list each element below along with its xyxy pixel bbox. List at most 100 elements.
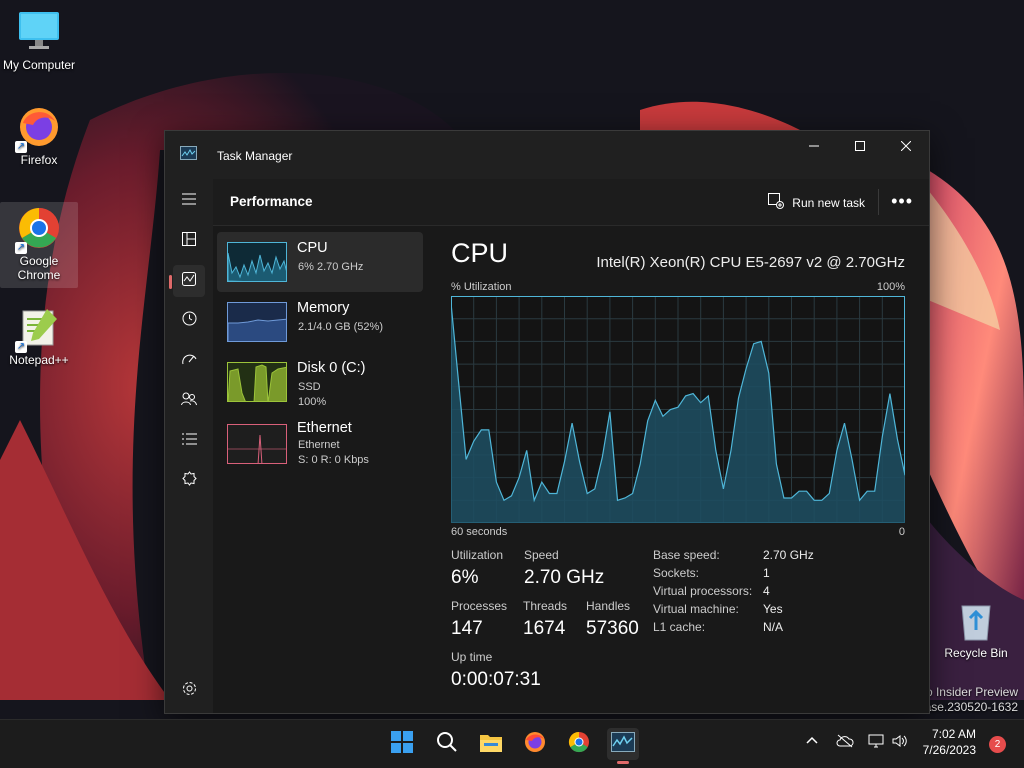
desktop-icon-label: Notepad++ bbox=[9, 353, 69, 367]
resource-item-ethernet[interactable]: Ethernet Ethernet S: 0 R: 0 Kbps bbox=[217, 412, 423, 478]
header-divider bbox=[878, 189, 879, 215]
nav-processes[interactable] bbox=[173, 225, 205, 257]
nav-details[interactable] bbox=[173, 425, 205, 457]
nav-services[interactable] bbox=[173, 465, 205, 497]
nav-users[interactable] bbox=[173, 385, 205, 417]
cpu-model: Intel(R) Xeon(R) CPU E5-2697 v2 @ 2.70GH… bbox=[596, 254, 905, 271]
cpu-specs-table: Base speed: 2.70 GHz Sockets: 1 Virtual pr… bbox=[653, 548, 814, 638]
stat-speed: Speed 2.70 GHz bbox=[524, 548, 604, 589]
notepadpp-icon: ↗ bbox=[15, 305, 61, 353]
stat-value: 0:00:07:31 bbox=[451, 669, 541, 690]
resource-item-cpu[interactable]: CPU 6% 2.70 GHz bbox=[217, 232, 423, 292]
start-button[interactable] bbox=[386, 728, 418, 760]
notification-badge[interactable]: 2 bbox=[989, 736, 1006, 753]
run-task-icon bbox=[768, 193, 785, 212]
task-manager-icon bbox=[180, 146, 197, 160]
axis-label-utilization: % Utilization bbox=[451, 281, 512, 293]
volume-tray-button[interactable] bbox=[892, 734, 908, 751]
spec-row: Sockets: 1 bbox=[653, 566, 770, 580]
stat-processes: Processes 147 bbox=[451, 599, 507, 640]
run-new-task-button[interactable]: Run new task bbox=[768, 193, 865, 212]
close-button[interactable] bbox=[883, 131, 929, 161]
resource-item-disk[interactable]: Disk 0 (C:) SSD 100% bbox=[217, 352, 423, 412]
nav-settings[interactable] bbox=[173, 675, 205, 707]
desktop-icon-notepadpp[interactable]: ↗ Notepad++ bbox=[0, 305, 78, 367]
resource-detail: Ethernet S: 0 R: 0 Kbps bbox=[298, 439, 369, 466]
nav-startup[interactable] bbox=[173, 345, 205, 377]
spec-row: Base speed: 2.70 GHz bbox=[653, 548, 814, 562]
window-title: Task Manager bbox=[217, 149, 293, 163]
navigation-rail bbox=[165, 179, 213, 713]
spec-row: Virtual processors: 4 bbox=[653, 584, 770, 598]
run-new-task-label: Run new task bbox=[792, 195, 865, 210]
page-title: Performance bbox=[230, 194, 313, 209]
more-options-button[interactable]: ••• bbox=[891, 191, 913, 212]
stat-utilization: Utilization 6% bbox=[451, 548, 503, 589]
task-manager-window: Task Manager Performance Run new task ••… bbox=[164, 130, 930, 714]
startup-icon bbox=[181, 352, 197, 370]
maximize-button[interactable] bbox=[837, 131, 883, 161]
search-button[interactable] bbox=[431, 728, 463, 760]
taskbar-clock[interactable]: 7:02 AM 7/26/2023 bbox=[923, 726, 976, 758]
settings-icon bbox=[182, 681, 197, 701]
desktop-icon-chrome[interactable]: ↗ Google Chrome bbox=[0, 202, 78, 288]
desktop-icon-recycle-bin[interactable]: Recycle Bin bbox=[936, 598, 1016, 660]
stat-label: Threads bbox=[523, 599, 568, 613]
chrome-taskbar-button[interactable] bbox=[563, 728, 595, 760]
cpu-detail-panel: CPU Intel(R) Xeon(R) CPU E5-2697 v2 @ 2.… bbox=[451, 226, 905, 713]
memory-thumbnail-graph bbox=[227, 302, 287, 342]
resource-name: CPU bbox=[297, 240, 328, 256]
desktop-icon-firefox[interactable]: ↗ Firefox bbox=[0, 105, 78, 167]
chrome-icon: ↗ bbox=[15, 206, 61, 254]
onedrive-tray-button[interactable] bbox=[836, 734, 854, 751]
stat-value: 147 bbox=[451, 618, 483, 639]
axis-min-label: 0 bbox=[898, 526, 905, 538]
file-explorer-button[interactable] bbox=[475, 728, 507, 760]
stat-label: Up time bbox=[451, 650, 493, 664]
resource-detail: SSD 100% bbox=[298, 381, 327, 408]
minimize-button[interactable] bbox=[791, 131, 837, 161]
clock-time: 7:02 AM bbox=[931, 727, 976, 741]
cloud-off-icon bbox=[836, 734, 854, 751]
stat-handles: Handles 57360 bbox=[586, 599, 639, 640]
nav-performance[interactable] bbox=[169, 265, 205, 297]
windows-start-icon bbox=[391, 730, 413, 758]
axis-max-label: 100% bbox=[876, 281, 905, 293]
processes-icon bbox=[182, 231, 196, 251]
stat-label: Processes bbox=[451, 599, 508, 613]
detail-heading: CPU bbox=[451, 238, 509, 268]
details-icon bbox=[181, 432, 197, 450]
task-manager-taskbar-button[interactable] bbox=[607, 728, 639, 764]
insider-preview-watermark: ro Insider Preview ease.230520-1632 bbox=[917, 685, 1018, 714]
hamburger-button[interactable] bbox=[173, 185, 205, 217]
stat-label: Utilization bbox=[451, 548, 504, 562]
desktop-icon-my-computer[interactable]: My Computer bbox=[0, 10, 78, 72]
clock-date: 7/26/2023 bbox=[922, 743, 976, 757]
file-explorer-icon bbox=[479, 731, 503, 758]
firefox-taskbar-button[interactable] bbox=[519, 728, 551, 760]
services-icon bbox=[181, 471, 197, 491]
stat-value: 2.70 GHz bbox=[524, 567, 605, 588]
stat-label: Handles bbox=[586, 599, 631, 613]
monitor-icon bbox=[17, 10, 61, 54]
spec-row: L1 cache: N/A bbox=[653, 620, 784, 634]
resource-list: CPU 6% 2.70 GHz Memory 2.1/4.0 GB (52%) … bbox=[217, 232, 423, 478]
chevron-up-icon bbox=[806, 734, 818, 749]
ethernet-thumbnail-graph bbox=[227, 424, 287, 464]
cpu-utilization-graph bbox=[451, 296, 905, 523]
axis-time-label: 60 seconds bbox=[451, 526, 508, 538]
resource-name: Disk 0 (C:) bbox=[297, 360, 366, 376]
performance-icon bbox=[182, 271, 196, 291]
show-hidden-icons-button[interactable] bbox=[806, 734, 818, 749]
title-bar[interactable]: Task Manager bbox=[165, 131, 929, 179]
desktop-icon-label: Recycle Bin bbox=[944, 646, 1008, 660]
stat-label: Speed bbox=[524, 548, 559, 562]
chrome-icon bbox=[568, 731, 590, 758]
volume-icon bbox=[892, 735, 908, 751]
nav-app-history[interactable] bbox=[173, 305, 205, 337]
stat-value: 57360 bbox=[586, 618, 639, 639]
app-history-icon bbox=[182, 311, 197, 331]
resource-item-memory[interactable]: Memory 2.1/4.0 GB (52%) bbox=[217, 292, 423, 352]
network-tray-button[interactable] bbox=[868, 734, 886, 751]
firefox-icon: ↗ bbox=[15, 105, 61, 153]
